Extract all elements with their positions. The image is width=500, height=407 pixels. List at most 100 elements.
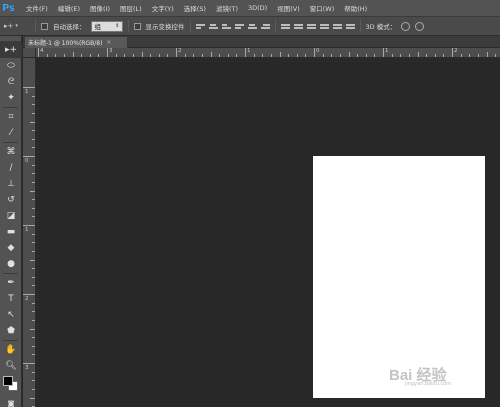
ruler-minor-tick (201, 54, 203, 57)
marquee-icon: ⬭ (7, 61, 15, 71)
3d-roll-icon[interactable] (415, 21, 425, 31)
ruler-label: 1 (247, 48, 251, 54)
menu-help[interactable]: 帮助(H) (339, 3, 372, 13)
healing-brush-tool[interactable]: ⌘ (0, 144, 22, 160)
align-top-icon[interactable] (195, 22, 205, 31)
auto-select-checkbox[interactable] (41, 22, 48, 30)
zoom-tool[interactable]: 🔍︎ (0, 358, 22, 374)
ruler-minor-tick (426, 54, 428, 57)
ruler-minor-tick (391, 54, 393, 57)
menu-window[interactable]: 窗口(W) (305, 3, 340, 13)
eyedropper-icon: ⁄ (10, 128, 12, 138)
color-swatches (0, 374, 22, 396)
ruler-minor-tick (227, 54, 229, 57)
crop-tool[interactable]: ⌗ (0, 109, 22, 125)
ruler-minor-tick (184, 54, 186, 57)
zoom-icon: 🔍︎ (5, 361, 17, 371)
ruler-label: 2 (178, 48, 182, 54)
path-selection-tool[interactable]: ↖ (0, 307, 22, 323)
ruler-minor-tick (167, 54, 169, 57)
quick-mask-button[interactable]: ◙ (0, 396, 22, 407)
ruler-minor-tick (150, 54, 152, 57)
menu-type[interactable]: 文字(Y) (147, 3, 179, 13)
ruler-major-tick (314, 48, 315, 57)
ruler-label: 0 (25, 158, 29, 164)
auto-select-label: 自动选择： (53, 23, 86, 31)
distribute-right-icon[interactable] (345, 22, 355, 31)
lasso-tool[interactable]: ᘓ (0, 74, 22, 90)
ruler-minor-tick (32, 138, 35, 140)
ruler-major-tick (245, 48, 246, 57)
distribute-hcenter-icon[interactable] (332, 22, 342, 31)
ruler-corner[interactable] (23, 48, 36, 58)
ruler-minor-tick (32, 319, 35, 321)
menu-layer[interactable]: 图层(L) (115, 3, 147, 13)
clone-stamp-tool[interactable]: ⊥ (0, 176, 22, 192)
pen-tool[interactable]: ✒ (0, 275, 22, 291)
menu-file[interactable]: 文件(F) (21, 3, 53, 13)
hand-tool[interactable]: ✋ (0, 342, 22, 358)
dodge-tool[interactable]: ● (0, 256, 22, 272)
menu-3d[interactable]: 3D(D) (243, 4, 272, 12)
path-selection-icon: ↖ (7, 310, 15, 320)
menu-edit[interactable]: 编辑(E) (53, 3, 85, 13)
foreground-color-swatch[interactable] (3, 376, 13, 386)
type-tool[interactable]: T (0, 291, 22, 307)
ruler-minor-tick (32, 354, 35, 356)
brush-tool[interactable]: ∕ (0, 160, 22, 176)
ruler-minor-tick (98, 54, 100, 57)
distribute-vcenter-icon[interactable] (293, 22, 303, 31)
show-transform-checkbox[interactable] (133, 22, 141, 30)
align-vcenter-icon[interactable] (208, 22, 218, 31)
ruler-minor-tick (81, 54, 83, 57)
3d-rotate-icon[interactable] (401, 21, 411, 31)
document-tab[interactable]: 未标题-1 @ 100%(RGB/8) × (25, 37, 127, 48)
eyedropper-tool[interactable]: ⁄ (0, 125, 22, 141)
menu-image[interactable]: 图像(I) (85, 3, 115, 13)
ruler-minor-tick (236, 54, 238, 57)
vertical-ruler[interactable]: 1 0 1 2 3 (23, 58, 36, 407)
distribute-bottom-icon[interactable] (306, 22, 316, 31)
document-canvas[interactable]: Bai 经验 jingyan.baidu.com (313, 156, 485, 398)
distribute-left-icon[interactable] (319, 22, 329, 31)
close-icon[interactable]: × (106, 39, 111, 46)
clone-stamp-icon: ⊥ (7, 179, 15, 189)
ruler-major-tick (23, 363, 35, 364)
history-brush-tool[interactable]: ↺ (0, 192, 22, 208)
distribute-buttons (280, 22, 355, 31)
canvas-workspace[interactable]: Bai 经验 jingyan.baidu.com (37, 59, 500, 407)
magic-wand-tool[interactable]: ✦ (0, 90, 22, 106)
tool-preset-picker[interactable]: ▸+ ▾ (4, 20, 30, 33)
blur-tool[interactable]: ◆ (0, 240, 22, 256)
align-right-icon[interactable] (260, 22, 270, 31)
ruler-minor-tick (210, 52, 212, 57)
horizontal-ruler[interactable]: 4 3 2 1 0 1 2 (36, 48, 500, 58)
gradient-tool[interactable]: ▬ (0, 224, 22, 240)
align-hcenter-icon[interactable] (247, 22, 257, 31)
ruler-minor-tick (46, 54, 48, 57)
brush-icon: ∕ (9, 163, 13, 173)
menu-view[interactable]: 视图(V) (272, 3, 305, 13)
ruler-minor-tick (124, 54, 126, 57)
menu-filter[interactable]: 滤镜(T) (211, 3, 243, 13)
align-left-icon[interactable] (234, 22, 244, 31)
shape-tool[interactable]: ⬟ (0, 323, 22, 339)
ruler-minor-tick (32, 130, 35, 132)
ruler-label: 2 (454, 48, 458, 54)
blur-icon: ◆ (7, 243, 15, 253)
3d-mode-label: 3D 模式： (365, 23, 397, 31)
auto-select-dropdown[interactable]: 组 ⇕ (90, 20, 123, 32)
tool-divider (3, 142, 18, 143)
distribute-top-icon[interactable] (280, 22, 290, 31)
marquee-tool[interactable]: ⬭ (0, 58, 22, 74)
move-tool[interactable]: ▸+ (0, 42, 22, 58)
ruler-minor-tick (89, 54, 91, 57)
ruler-minor-tick (305, 54, 307, 57)
type-icon: T (8, 294, 14, 304)
chevron-updown-icon: ⇕ (115, 23, 120, 29)
tool-divider (3, 273, 18, 274)
eraser-tool[interactable]: ◪ (0, 208, 22, 224)
ruler-minor-tick (32, 95, 35, 97)
menu-select[interactable]: 选择(S) (179, 3, 211, 13)
align-bottom-icon[interactable] (221, 22, 231, 31)
